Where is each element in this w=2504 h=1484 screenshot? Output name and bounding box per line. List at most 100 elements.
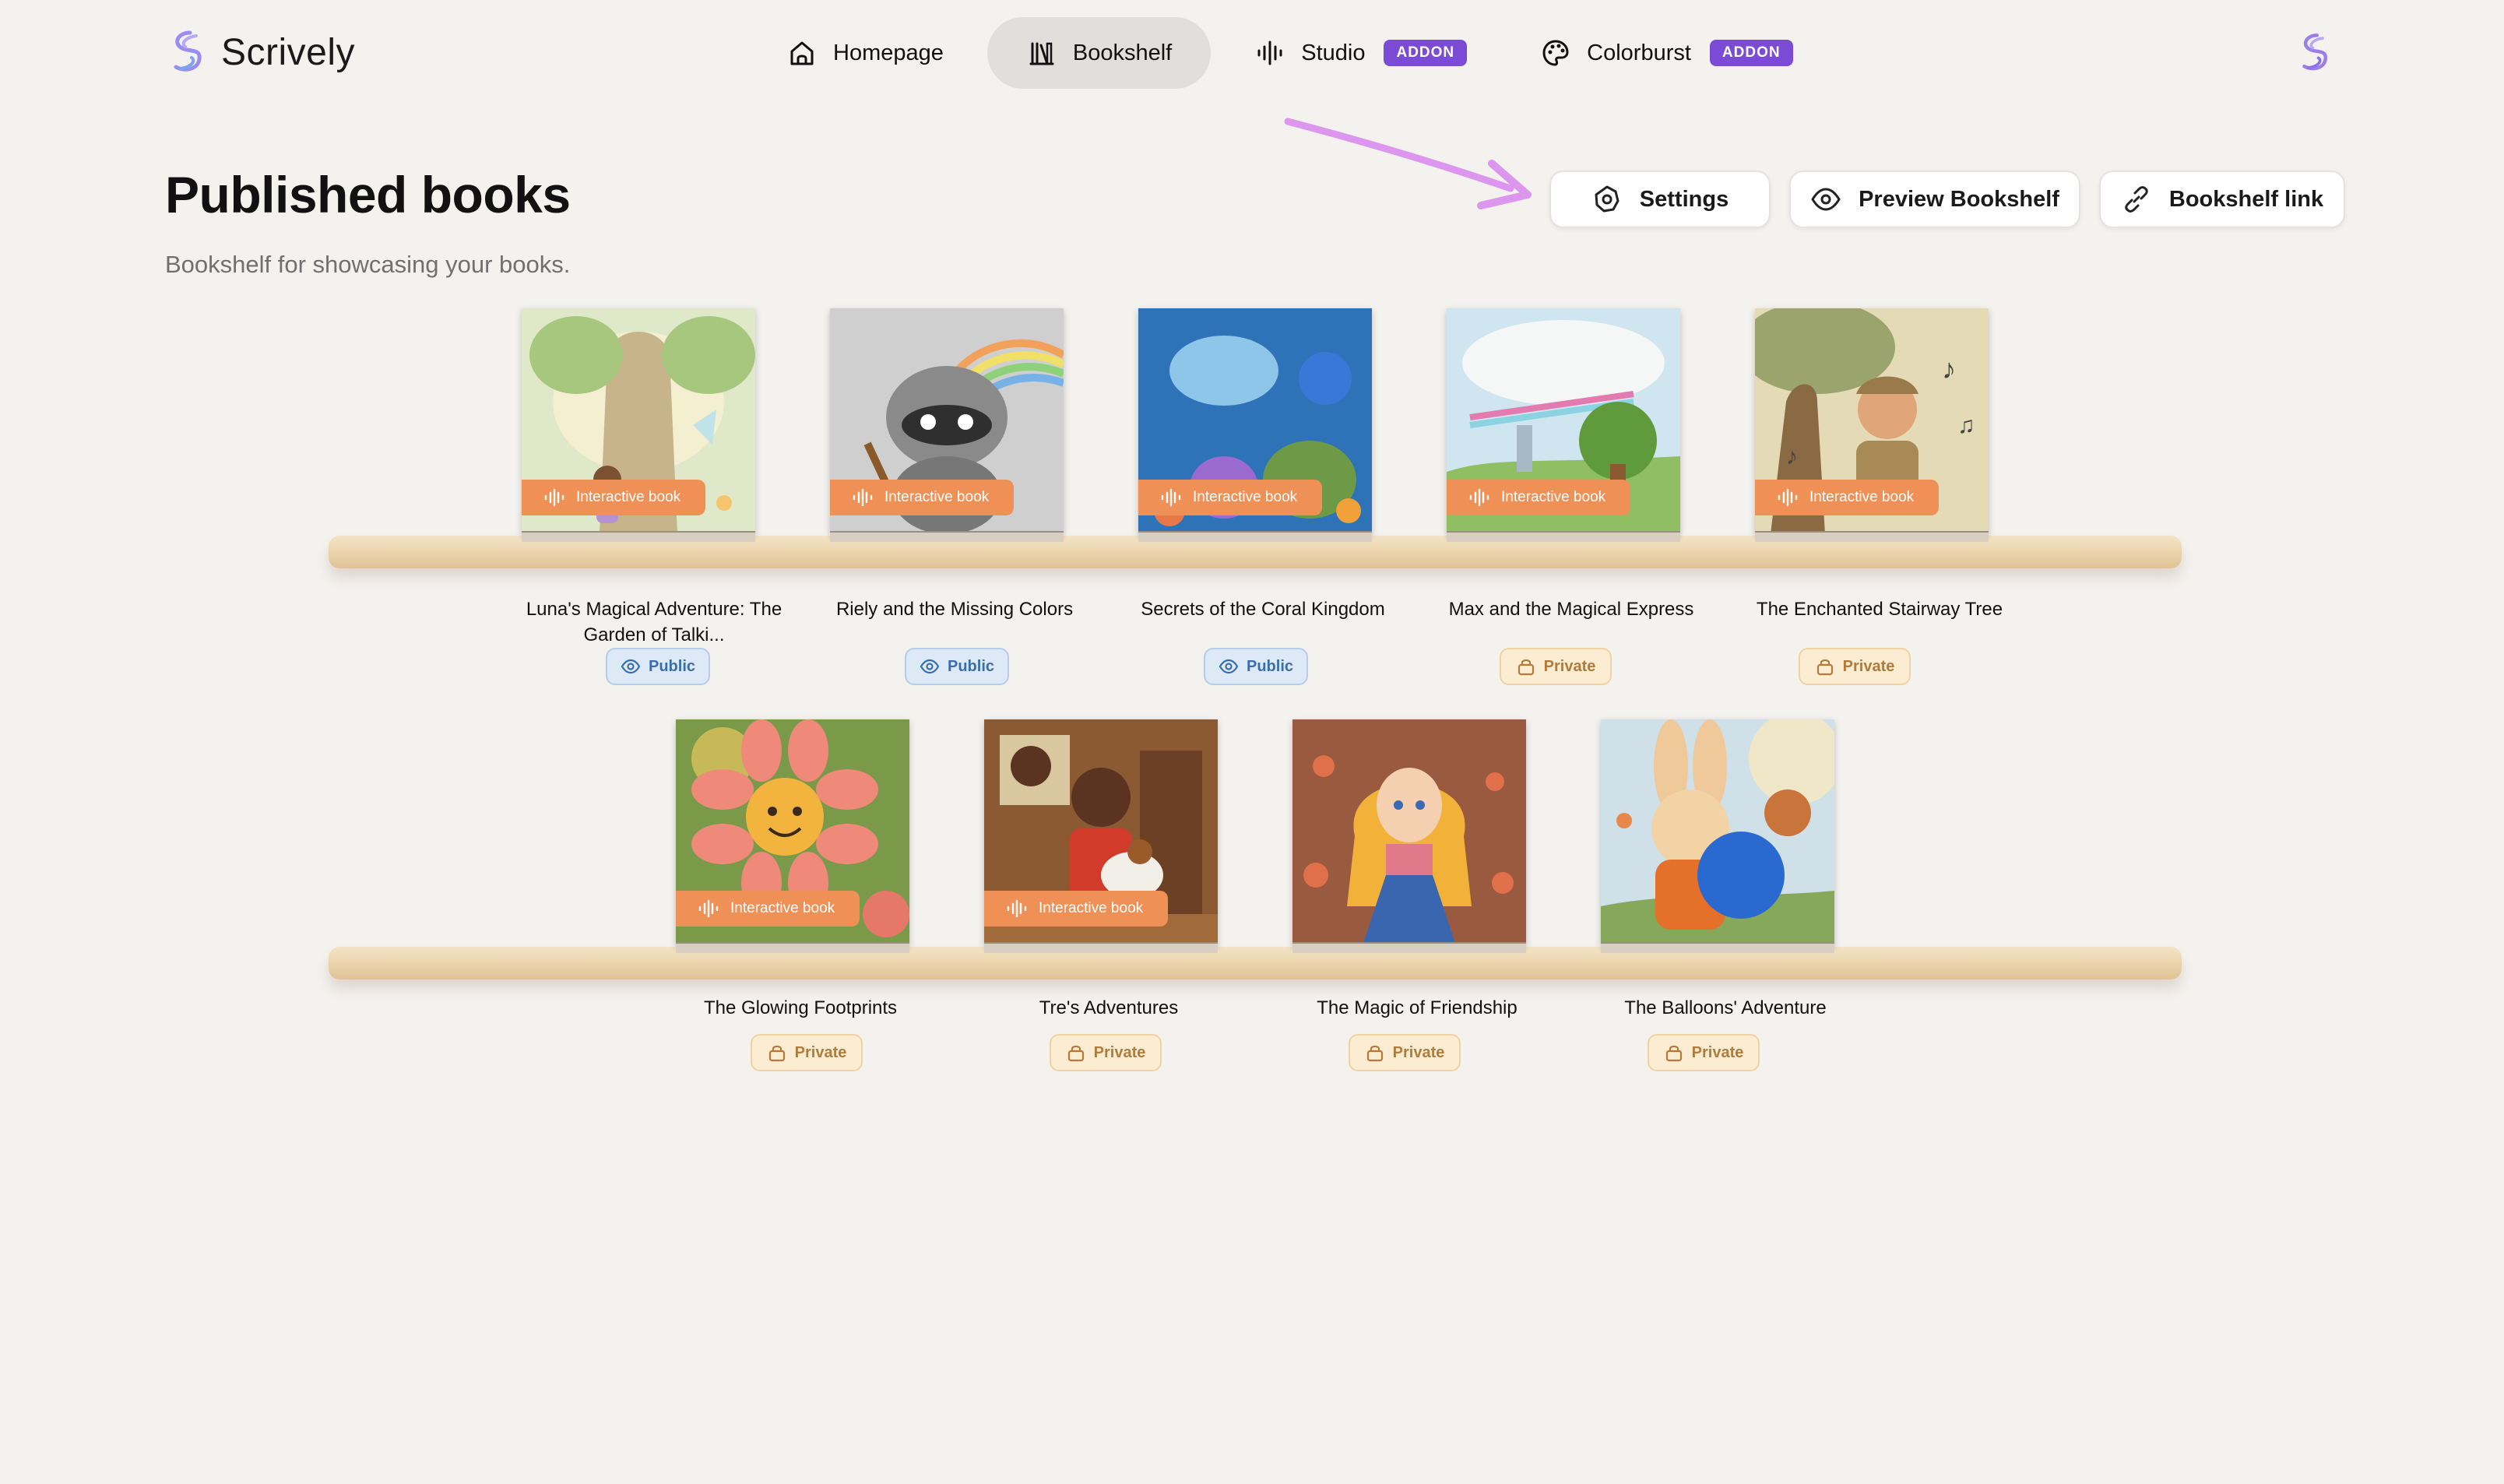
visibility-badge[interactable]: Private xyxy=(1050,1034,1162,1071)
eye-icon xyxy=(1219,659,1239,674)
nav-homepage[interactable]: Homepage xyxy=(747,17,983,89)
pointer-arrow-icon xyxy=(1284,118,1532,209)
visibility-badge[interactable]: Public xyxy=(1204,648,1308,685)
book-pages-edge xyxy=(522,531,755,542)
visibility-label: Private xyxy=(1691,1043,1744,1061)
interactive-book-label: Interactive book xyxy=(1501,489,1606,505)
nav-bookshelf-label: Bookshelf xyxy=(1072,40,1173,65)
interactive-book-tag: Interactive book xyxy=(1447,480,1631,515)
lock-icon xyxy=(1518,659,1534,676)
book-pages-edge xyxy=(676,942,909,953)
book-pages-edge xyxy=(1138,531,1372,542)
lock-icon xyxy=(1816,659,1833,676)
visibility-badge[interactable]: Public xyxy=(905,648,1009,685)
nav-studio[interactable]: Studio ADDON xyxy=(1215,17,1506,89)
gear-icon xyxy=(1595,185,1620,213)
settings-button[interactable]: Settings xyxy=(1549,171,1771,228)
bookshelf-icon xyxy=(1029,42,1054,65)
interactive-book-tag: Interactive book xyxy=(676,891,860,927)
lock-icon xyxy=(768,1045,785,1062)
book-pages-edge xyxy=(1447,531,1680,542)
visibility-badge[interactable]: Private xyxy=(1500,648,1612,685)
visibility-label: Public xyxy=(1246,657,1293,675)
audio-wave-icon xyxy=(1469,488,1489,507)
eye-icon xyxy=(920,659,940,674)
visibility-badge[interactable]: Public xyxy=(606,648,710,685)
book-pages-edge xyxy=(1601,942,1834,953)
audio-wave-icon xyxy=(1161,488,1181,507)
palette-icon xyxy=(1542,40,1569,66)
book-title: Secrets of the Coral Kingdom xyxy=(1141,599,1385,620)
visibility-badge[interactable]: Private xyxy=(1349,1034,1461,1071)
lock-icon xyxy=(1665,1045,1682,1062)
book-pages-edge xyxy=(1755,531,1989,542)
visibility-label: Public xyxy=(648,657,695,675)
book-cover[interactable] xyxy=(1601,719,1834,945)
settings-button-label: Settings xyxy=(1639,186,1729,212)
svg-text:♫: ♫ xyxy=(1957,413,1975,438)
audio-wave-icon xyxy=(853,488,873,507)
book-title: Max and the Magical Express xyxy=(1448,599,1694,620)
app-name: Scrively xyxy=(221,31,356,73)
audio-wave-icon xyxy=(1257,40,1282,65)
svg-text:♪: ♪ xyxy=(1786,444,1798,469)
audio-wave-icon xyxy=(544,488,564,507)
interactive-book-tag: Interactive book xyxy=(830,480,1015,515)
lock-icon xyxy=(1067,1045,1084,1062)
audio-wave-icon xyxy=(1778,488,1798,507)
preview-bookshelf-button[interactable]: Preview Bookshelf xyxy=(1789,171,2080,228)
visibility-badge[interactable]: Private xyxy=(1799,648,1911,685)
bookshelf-link-label: Bookshelf link xyxy=(2168,186,2324,212)
svg-text:♪: ♪ xyxy=(1942,353,1956,385)
book-title: Riely and the Missing Colors xyxy=(835,599,1074,620)
visibility-badge[interactable]: Private xyxy=(751,1034,863,1071)
visibility-label: Private xyxy=(1842,657,1895,675)
interactive-book-tag: Interactive book xyxy=(522,480,706,515)
book-pages-edge xyxy=(984,942,1218,953)
book-title: The Balloons' Adventure xyxy=(1624,997,1827,1018)
home-icon xyxy=(790,41,814,65)
interactive-book-label: Interactive book xyxy=(1809,489,1915,505)
page-title: Published books xyxy=(165,166,571,223)
eye-icon xyxy=(1811,188,1841,211)
visibility-label: Public xyxy=(947,657,994,675)
bookshelf-link-button[interactable]: Bookshelf link xyxy=(2099,171,2345,228)
scrively-logo-icon xyxy=(174,30,202,72)
shelf-board xyxy=(329,947,2182,979)
visibility-badge[interactable]: Private xyxy=(1648,1034,1760,1071)
eye-icon xyxy=(621,659,641,674)
audio-wave-icon xyxy=(1007,899,1027,918)
interactive-book-tag: Interactive book xyxy=(984,891,1169,927)
nav-colorburst-label: Colorburst xyxy=(1587,40,1691,65)
addon-badge: ADDON xyxy=(1709,40,1793,66)
book-pages-edge xyxy=(830,531,1064,542)
book-cover[interactable] xyxy=(1292,719,1526,945)
book-pages-edge xyxy=(1292,942,1526,953)
book-title: The Glowing Footprints xyxy=(703,997,898,1018)
preview-bookshelf-label: Preview Bookshelf xyxy=(1859,186,2059,212)
nav-studio-label: Studio xyxy=(1301,40,1366,65)
interactive-book-label: Interactive book xyxy=(730,900,835,916)
main-nav: Homepage Bookshelf Studio ADDON Colorbur… xyxy=(747,17,1832,89)
visibility-label: Private xyxy=(1093,1043,1146,1061)
interactive-book-label: Interactive book xyxy=(1193,489,1298,505)
audio-wave-icon xyxy=(698,899,719,918)
book-cover-illustration xyxy=(1292,719,1526,945)
visibility-label: Private xyxy=(1543,657,1596,675)
visibility-label: Private xyxy=(1392,1043,1445,1061)
book-cover-illustration xyxy=(1601,719,1834,945)
profile-avatar-icon[interactable] xyxy=(2295,31,2336,75)
lock-icon xyxy=(1366,1045,1383,1062)
book-title: The Enchanted Stairway Tree xyxy=(1756,599,2003,620)
page-subtitle: Bookshelf for showcasing your books. xyxy=(165,251,571,278)
app-logo[interactable]: Scrively xyxy=(167,28,355,76)
interactive-book-tag: Interactive book xyxy=(1138,480,1323,515)
interactive-book-label: Interactive book xyxy=(884,489,990,505)
nav-bookshelf[interactable]: Bookshelf xyxy=(986,17,1212,89)
interactive-book-tag: Interactive book xyxy=(1755,480,1940,515)
nav-homepage-label: Homepage xyxy=(833,40,944,65)
nav-colorburst[interactable]: Colorburst ADDON xyxy=(1501,17,1831,89)
book-title: The Magic of Friendship xyxy=(1317,997,1518,1018)
interactive-book-label: Interactive book xyxy=(1039,900,1144,916)
link-icon xyxy=(2125,186,2148,213)
